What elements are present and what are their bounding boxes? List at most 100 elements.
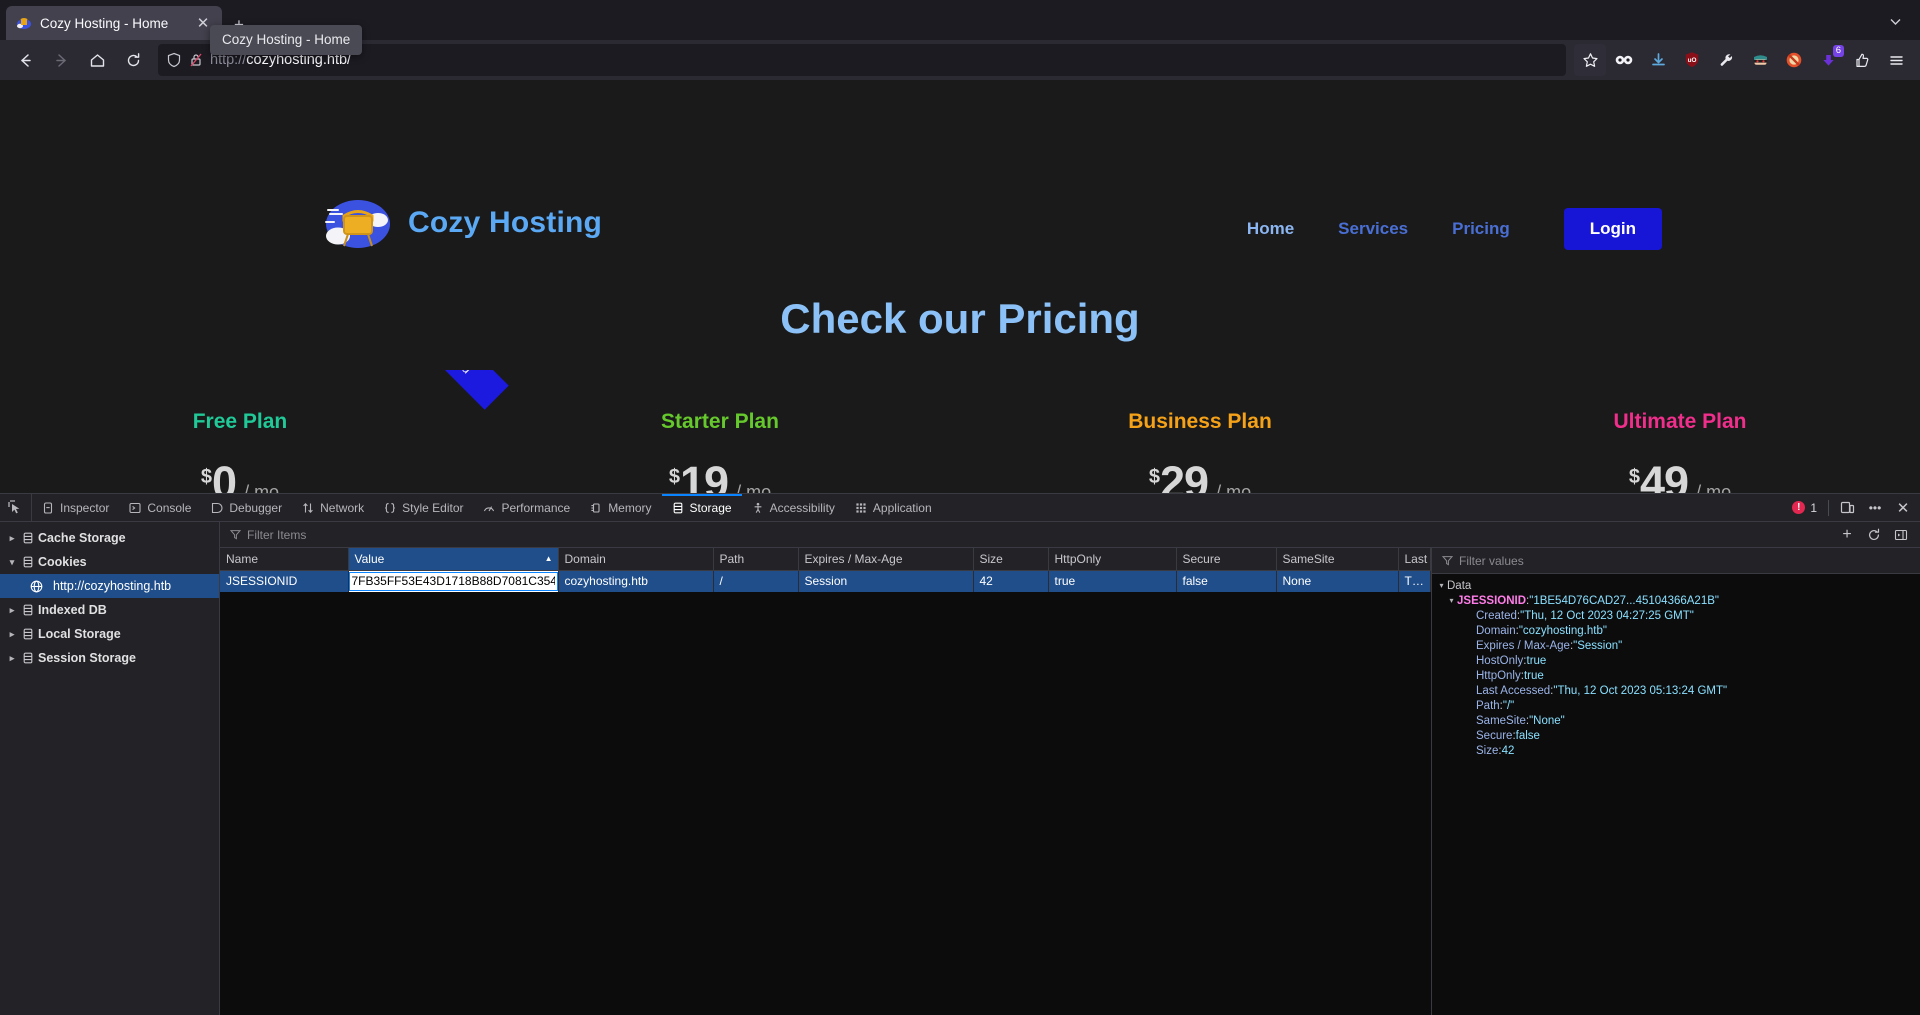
plan-currency: $ (1148, 466, 1161, 488)
shield-icon[interactable] (166, 52, 182, 68)
reload-icon[interactable] (116, 44, 150, 76)
column-header-secure[interactable]: Secure (1176, 548, 1277, 571)
cell-value-editing[interactable] (348, 570, 559, 592)
sidebar-item-indexed-db[interactable]: ▸ Indexed DB (0, 598, 219, 622)
details-field-key: Domain (1476, 624, 1516, 637)
downloads-icon[interactable] (1642, 44, 1674, 76)
details-cookie-row[interactable]: ▾ JSESSIONID: "1BE54D76CAD27...45104366A2… (1432, 593, 1920, 608)
responsive-design-mode-icon[interactable] (1834, 496, 1860, 520)
nav-link-pricing[interactable]: Pricing (1430, 219, 1532, 239)
column-header-path[interactable]: Path (713, 548, 799, 571)
site-brand[interactable]: Cozy Hosting (322, 192, 602, 254)
toolbar-divider (1828, 499, 1829, 516)
chevron-down-icon[interactable]: ▾ (1446, 596, 1457, 605)
cookie-value-input[interactable] (348, 571, 557, 591)
tab-label: Style Editor (402, 500, 464, 515)
details-field-row[interactable]: Created: "Thu, 12 Oct 2023 04:27:25 GMT" (1432, 608, 1920, 623)
tab-inspector[interactable]: Inspector (32, 494, 119, 521)
cell-size[interactable]: 42 (973, 570, 1049, 592)
tab-debugger[interactable]: Debugger (201, 494, 292, 521)
home-icon[interactable] (80, 44, 114, 76)
devtools-meatball-menu-icon[interactable]: ••• (1862, 496, 1888, 520)
infinity-extension-icon[interactable] (1608, 44, 1640, 76)
details-root-row[interactable]: ▾ Data (1432, 578, 1920, 593)
details-field-key: HttpOnly (1476, 669, 1521, 682)
filter-values-input[interactable]: Filter values (1432, 554, 1920, 568)
details-field-row[interactable]: SameSite: "None" (1432, 713, 1920, 728)
filter-items-input[interactable]: Filter Items (220, 528, 1834, 542)
chevron-right-icon[interactable]: ▸ (6, 629, 18, 640)
tab-application[interactable]: Application (845, 494, 942, 521)
details-field-row[interactable]: Path: "/" (1432, 698, 1920, 713)
table-row[interactable]: JSESSIONID cozyhosting.htb / Session 42 … (220, 570, 1431, 592)
column-header-expires[interactable]: Expires / Max-Age (798, 548, 974, 571)
add-item-button[interactable]: + (1834, 524, 1860, 546)
chevron-right-icon[interactable]: ▸ (6, 605, 18, 616)
details-field-row[interactable]: Domain: "cozyhosting.htb" (1432, 623, 1920, 638)
details-cookie-value: "1BE54D76CAD27...45104366A21B" (1529, 594, 1719, 607)
cell-name[interactable]: JSESSIONID (220, 570, 349, 592)
sidebar-item-cookies[interactable]: ▾ Cookies (0, 550, 219, 574)
chevron-down-icon[interactable]: ▾ (6, 557, 18, 568)
back-arrow-icon[interactable] (8, 44, 42, 76)
forward-arrow-icon[interactable] (44, 44, 78, 76)
cell-secure[interactable]: false (1176, 570, 1277, 592)
tab-network[interactable]: Network (292, 494, 374, 521)
tab-memory[interactable]: Memory (580, 494, 661, 521)
browser-tab[interactable]: Cozy Hosting - Home ✕ (6, 6, 222, 40)
error-count-badge[interactable]: ! 1 (1786, 501, 1823, 515)
chevron-right-icon[interactable]: ▸ (6, 653, 18, 664)
details-field-row[interactable]: HostOnly: true (1432, 653, 1920, 668)
cell-samesite[interactable]: None (1276, 570, 1399, 592)
sidebar-item-session-storage[interactable]: ▸ Session Storage (0, 646, 219, 670)
lock-crossed-icon[interactable] (188, 52, 204, 68)
tab-performance[interactable]: Performance (473, 494, 580, 521)
details-field-row[interactable]: Last Accessed: "Thu, 12 Oct 2023 05:13:24… (1432, 683, 1920, 698)
ublock-origin-icon[interactable]: uO (1676, 44, 1708, 76)
toggle-sidebar-button[interactable] (1888, 524, 1914, 546)
tab-console[interactable]: Console (119, 494, 201, 521)
nav-link-services[interactable]: Services (1316, 219, 1430, 239)
column-header-size[interactable]: Size (973, 548, 1049, 571)
cell-httponly[interactable]: true (1048, 570, 1177, 592)
details-field-row[interactable]: Size:42 (1432, 743, 1920, 758)
plan-period: / mo (1216, 482, 1252, 493)
sidebar-item-cache-storage[interactable]: ▸ Cache Storage (0, 526, 219, 550)
list-all-tabs-icon[interactable] (1880, 8, 1910, 34)
sidebar-item-local-storage[interactable]: ▸ Local Storage (0, 622, 219, 646)
url-bar[interactable]: http://cozyhosting.htb/ (158, 44, 1566, 76)
details-field-row[interactable]: Expires / Max-Age: "Session" (1432, 638, 1920, 653)
cell-domain[interactable]: cozyhosting.htb (558, 570, 714, 592)
blocked-extension-icon[interactable] (1778, 44, 1810, 76)
bookmark-star-icon[interactable] (1574, 44, 1606, 76)
nav-link-home[interactable]: Home (1225, 219, 1316, 239)
cell-last-accessed[interactable]: Thu, 12 Oct 2023 05:13:24 GMT (1398, 570, 1431, 592)
column-header-last-accessed[interactable]: Last Accessed (1398, 548, 1431, 571)
details-field-value: "Thu, 12 Oct 2023 05:13:24 GMT" (1553, 684, 1728, 697)
purple-download-icon[interactable]: 6 (1812, 44, 1844, 76)
plan-name: Starter Plan (661, 410, 779, 433)
wrench-extension-icon[interactable] (1710, 44, 1742, 76)
hacker-avatar-icon[interactable] (1744, 44, 1776, 76)
cell-path[interactable]: / (713, 570, 799, 592)
element-picker-icon[interactable] (0, 494, 32, 521)
tab-storage[interactable]: Storage (661, 494, 742, 521)
sidebar-item-cozyhosting-origin[interactable]: http://cozyhosting.htb (0, 574, 219, 598)
refresh-button[interactable] (1861, 524, 1887, 546)
column-header-name[interactable]: Name (220, 548, 349, 571)
login-button[interactable]: Login (1563, 208, 1662, 250)
details-field-row[interactable]: HttpOnly: true (1432, 668, 1920, 683)
details-field-row[interactable]: Secure: false (1432, 728, 1920, 743)
column-header-domain[interactable]: Domain (558, 548, 714, 571)
chevron-down-icon[interactable]: ▾ (1436, 581, 1447, 590)
tab-style-editor[interactable]: Style Editor (374, 494, 473, 521)
column-header-httponly[interactable]: HttpOnly (1048, 548, 1177, 571)
cell-expires[interactable]: Session (798, 570, 974, 592)
column-header-value[interactable]: Value ▲ (348, 548, 559, 571)
chevron-right-icon[interactable]: ▸ (6, 533, 18, 544)
devtools-close-icon[interactable]: ✕ (1890, 496, 1916, 520)
tab-accessibility[interactable]: Accessibility (742, 494, 845, 521)
thumbs-up-extension-icon[interactable] (1846, 44, 1878, 76)
app-menu-icon[interactable] (1880, 44, 1912, 76)
column-header-samesite[interactable]: SameSite (1276, 548, 1399, 571)
